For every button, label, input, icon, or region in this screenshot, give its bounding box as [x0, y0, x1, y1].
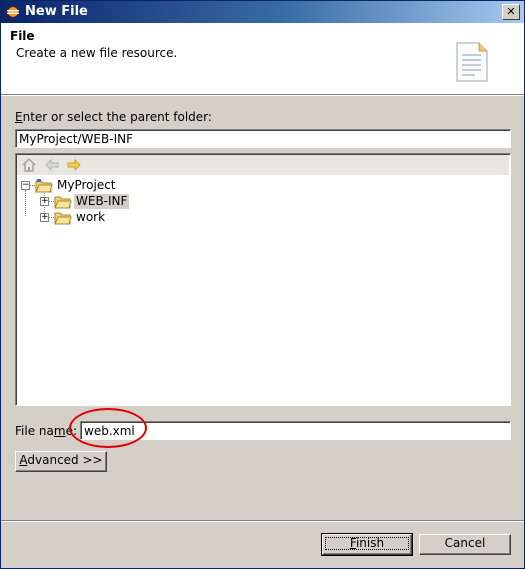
header-separator [1, 95, 524, 96]
tree-node-myproject[interactable]: − MyProject [20, 178, 140, 194]
cancel-button[interactable]: Cancel [419, 534, 511, 555]
folder-icon [54, 196, 72, 209]
expand-toggle[interactable]: + [40, 213, 49, 222]
tree-node-label: MyProject [57, 178, 116, 192]
back-arrow-icon[interactable] [44, 157, 60, 173]
tree-node-label: WEB-INF [74, 194, 130, 209]
file-name-label: File name: [15, 424, 77, 438]
eclipse-icon [6, 5, 20, 19]
header-title: File [10, 29, 35, 43]
new-file-dialog: New File ✕ File Create a new file resour… [0, 0, 525, 569]
project-folder-icon [35, 179, 53, 193]
collapse-toggle[interactable]: − [21, 181, 30, 190]
advanced-button[interactable]: Advanced >> [15, 451, 107, 472]
document-icon [456, 42, 488, 82]
tree-node-web-inf[interactable]: + WEB-INF [40, 194, 160, 210]
window-title: New File [25, 4, 88, 19]
home-icon[interactable] [21, 157, 37, 173]
tree-node-work[interactable]: + work [40, 210, 160, 226]
header-description: Create a new file resource. [16, 46, 178, 60]
footer-separator-highlight [1, 521, 524, 522]
title-bar[interactable]: New File ✕ [1, 1, 524, 23]
tree-toolbar [17, 155, 509, 175]
tree-node-label: work [76, 210, 106, 224]
close-icon: ✕ [506, 5, 516, 18]
parent-folder-input[interactable]: MyProject/WEB-INF [15, 129, 511, 148]
wizard-header: File Create a new file resource. [1, 23, 524, 95]
folder-icon [54, 212, 72, 225]
parent-folder-label: Enter or select the parent folder: [15, 110, 212, 124]
expand-toggle[interactable]: + [40, 197, 49, 206]
finish-button[interactable]: Finish [321, 533, 413, 556]
highlight-annotation [69, 408, 147, 448]
forward-arrow-icon[interactable] [66, 157, 82, 173]
folder-tree[interactable]: − MyProject + WEB-INF + work [15, 153, 511, 406]
close-button[interactable]: ✕ [502, 4, 520, 20]
